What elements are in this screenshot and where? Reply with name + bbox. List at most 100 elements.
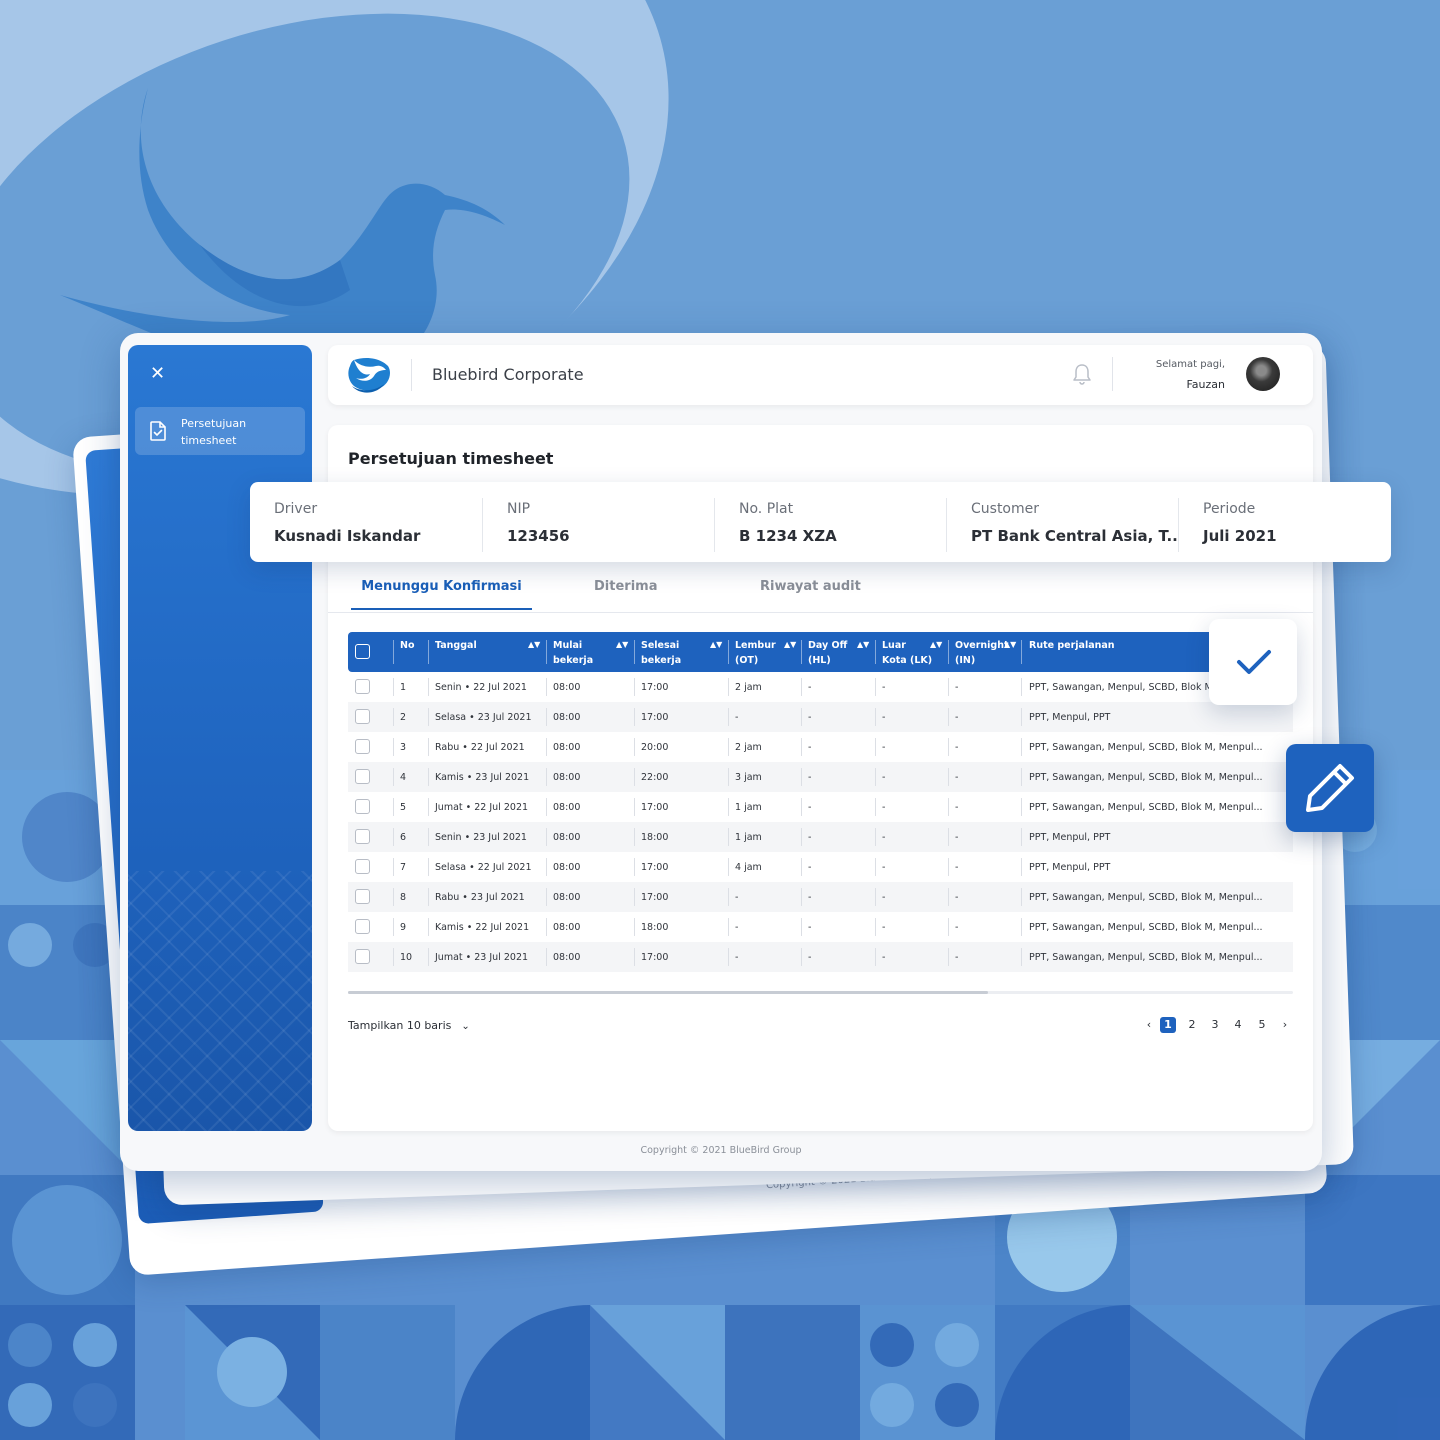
column-separator — [801, 918, 802, 936]
column-header-luar-kota[interactable]: Luar Kota (LK) — [882, 638, 932, 668]
table-row[interactable]: 5 Jumat • 22 Jul 2021 08:00 17:00 1 jam - - - PP… — [348, 792, 1293, 822]
column-header-selesai-line1: Selesai — [641, 640, 680, 651]
sort-icon[interactable]: ▲▼ — [784, 640, 796, 649]
table-row[interactable]: 7 Selasa • 22 Jul 2021 08:00 17:00 4 jam - - - P… — [348, 852, 1293, 882]
sort-icon[interactable]: ▲▼ — [710, 640, 722, 649]
sort-icon[interactable]: ▲▼ — [528, 640, 540, 649]
cell-luar-kota: - — [882, 832, 886, 843]
column-separator — [393, 828, 394, 846]
avatar[interactable] — [1246, 357, 1280, 391]
select-all-checkbox[interactable] — [355, 644, 370, 659]
column-separator — [634, 768, 635, 786]
cell-rute: PPT, Sawangan, Menpul, SCBD, Blok M, Men… — [1029, 742, 1263, 753]
column-header-tanggal[interactable]: Tanggal — [435, 638, 477, 653]
column-header-overnight-line2: (IN) — [955, 655, 976, 666]
chevron-right-icon[interactable]: › — [1277, 1017, 1293, 1033]
column-header-day-off[interactable]: Day Off (HL) — [808, 638, 847, 668]
info-driver-value: Kusnadi Iskandar — [274, 527, 421, 545]
sort-icon[interactable]: ▲▼ — [857, 640, 869, 649]
info-separator — [1178, 498, 1179, 552]
column-separator — [875, 738, 876, 756]
column-separator — [634, 708, 635, 726]
edit-button[interactable] — [1286, 744, 1374, 832]
page-4[interactable]: 4 — [1230, 1017, 1246, 1033]
tab-menunggu-konfirmasi[interactable]: Menunggu Konfirmasi — [351, 579, 532, 610]
column-separator — [546, 918, 547, 936]
header-divider — [1112, 357, 1113, 391]
greeting-text: Selamat pagi, — [1155, 359, 1225, 370]
page-3[interactable]: 3 — [1207, 1017, 1223, 1033]
column-separator — [428, 918, 429, 936]
approve-button[interactable] — [1209, 619, 1297, 705]
column-separator — [428, 738, 429, 756]
sort-icon[interactable]: ▲▼ — [616, 640, 628, 649]
bell-icon[interactable] — [1072, 363, 1092, 385]
cell-mulai: 08:00 — [553, 682, 581, 693]
column-separator — [1021, 798, 1022, 816]
cell-overnight: - — [955, 952, 959, 963]
row-checkbox[interactable] — [355, 949, 370, 964]
table-row[interactable]: 10 Jumat • 23 Jul 2021 08:00 17:00 - - - - PPT, … — [348, 942, 1293, 972]
sidebar-item-persetujuan-timesheet[interactable]: Persetujuan timesheet — [135, 407, 305, 455]
horizontal-scrollbar[interactable] — [348, 991, 1293, 994]
column-separator — [546, 768, 547, 786]
column-header-selesai-line2: bekerja — [641, 655, 682, 666]
table-row[interactable]: 1 Senin • 22 Jul 2021 08:00 17:00 2 jam - - - PP… — [348, 672, 1293, 702]
column-header-overnight[interactable]: Overnight (IN) — [955, 638, 1009, 668]
column-separator — [428, 858, 429, 876]
table-row[interactable]: 8 Rabu • 23 Jul 2021 08:00 17:00 - - - - PPT, Sa… — [348, 882, 1293, 912]
column-separator — [428, 708, 429, 726]
scrollbar-thumb[interactable] — [348, 991, 988, 994]
tab-riwayat-audit[interactable]: Riwayat audit — [760, 579, 861, 608]
cell-luar-kota: - — [882, 802, 886, 813]
table-row[interactable]: 4 Kamis • 23 Jul 2021 08:00 22:00 3 jam - - - PP… — [348, 762, 1293, 792]
row-checkbox[interactable] — [355, 769, 370, 784]
cell-overnight: - — [955, 922, 959, 933]
tab-diterima[interactable]: Diterima — [594, 579, 657, 608]
column-separator — [948, 888, 949, 906]
column-separator — [801, 708, 802, 726]
row-checkbox[interactable] — [355, 739, 370, 754]
cell-tanggal: Rabu • 23 Jul 2021 — [435, 892, 525, 903]
page-5[interactable]: 5 — [1254, 1017, 1270, 1033]
column-separator — [634, 888, 635, 906]
table-header: No Tanggal ▲▼ Mulai bekerja ▲▼ Selesai bek… — [348, 632, 1293, 672]
column-separator — [393, 798, 394, 816]
column-header-mulai[interactable]: Mulai bekerja — [553, 638, 593, 668]
row-checkbox[interactable] — [355, 889, 370, 904]
table-row[interactable]: 3 Rabu • 22 Jul 2021 08:00 20:00 2 jam - - - PPT… — [348, 732, 1293, 762]
column-header-selesai[interactable]: Selesai bekerja — [641, 638, 681, 668]
column-header-dayoff-line1: Day Off — [808, 640, 848, 651]
sort-icon[interactable]: ▲▼ — [1004, 640, 1016, 649]
column-header-lembur[interactable]: Lembur (OT) — [735, 638, 776, 668]
rows-per-page-select[interactable]: Tampilkan 10 baris ⌄ — [348, 1019, 470, 1032]
row-checkbox[interactable] — [355, 859, 370, 874]
page-2[interactable]: 2 — [1184, 1017, 1200, 1033]
row-checkbox[interactable] — [355, 709, 370, 724]
cell-lembur: 4 jam — [735, 862, 762, 873]
chevron-left-icon[interactable]: ‹ — [1141, 1017, 1157, 1033]
cell-day-off: - — [808, 742, 812, 753]
cell-selesai: 17:00 — [641, 862, 669, 873]
column-separator — [1021, 738, 1022, 756]
row-checkbox[interactable] — [355, 679, 370, 694]
table-row[interactable]: 9 Kamis • 22 Jul 2021 08:00 18:00 - - - - PPT, S… — [348, 912, 1293, 942]
page-1[interactable]: 1 — [1160, 1017, 1176, 1033]
row-checkbox[interactable] — [355, 919, 370, 934]
close-icon[interactable]: ✕ — [150, 365, 168, 383]
row-checkbox[interactable] — [355, 799, 370, 814]
bluebird-logo-icon[interactable] — [346, 356, 392, 394]
table-row[interactable]: 2 Selasa • 23 Jul 2021 08:00 17:00 - - - - PPT, … — [348, 702, 1293, 732]
cell-no: 7 — [400, 862, 407, 873]
column-separator — [546, 738, 547, 756]
column-separator — [948, 768, 949, 786]
cell-tanggal: Kamis • 23 Jul 2021 — [435, 772, 530, 783]
column-header-overnight-line1: Overnight — [955, 640, 1009, 651]
cell-no: 3 — [400, 742, 407, 753]
check-icon — [1237, 650, 1271, 674]
row-checkbox[interactable] — [355, 829, 370, 844]
header-divider — [411, 359, 412, 391]
cell-mulai: 08:00 — [553, 952, 581, 963]
sort-icon[interactable]: ▲▼ — [930, 640, 942, 649]
table-row[interactable]: 6 Senin • 23 Jul 2021 08:00 18:00 1 jam - - - PP… — [348, 822, 1293, 852]
